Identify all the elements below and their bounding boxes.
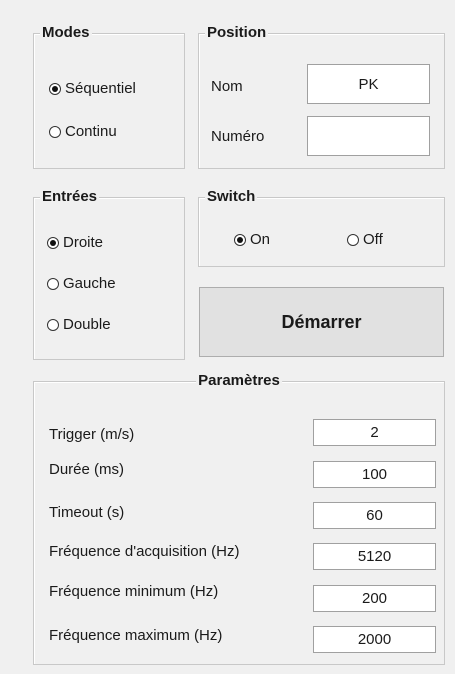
param-field-duree[interactable]: 100 — [313, 461, 436, 488]
parametres-panel: Paramètres Trigger (m/s) 2 Durée (ms) 10… — [33, 372, 445, 665]
param-label-freq-acquisition: Fréquence d'acquisition (Hz) — [49, 543, 240, 560]
position-title: Position — [205, 24, 269, 42]
numero-field[interactable] — [307, 116, 430, 156]
entrees-title: Entrées — [40, 188, 100, 206]
param-label-timeout: Timeout (s) — [49, 504, 125, 521]
radio-label: Double — [63, 316, 111, 333]
param-field-freq-maximum[interactable]: 2000 — [313, 626, 436, 653]
start-button[interactable]: Démarrer — [199, 287, 444, 357]
param-label-freq-maximum: Fréquence maximum (Hz) — [49, 627, 223, 644]
radio-dot-icon — [347, 233, 359, 246]
entrees-panel: Entrées Droite Gauche Double — [33, 188, 185, 360]
param-field-timeout[interactable]: 60 — [313, 502, 436, 529]
nom-field[interactable]: PK — [307, 64, 430, 104]
radio-off[interactable]: Off — [347, 231, 383, 248]
radio-dot-icon — [49, 125, 61, 138]
radio-label: Continu — [65, 123, 117, 140]
switch-title: Switch — [205, 188, 258, 206]
radio-gauche[interactable]: Gauche — [47, 275, 116, 292]
radio-dot-icon — [47, 277, 59, 290]
numero-label: Numéro — [211, 128, 265, 145]
radio-sequentiel[interactable]: Séquentiel — [49, 80, 136, 97]
nom-label: Nom — [211, 78, 243, 95]
modes-panel: Modes Séquentiel Continu — [33, 24, 185, 169]
modes-title: Modes — [40, 24, 92, 42]
radio-dot-icon — [49, 82, 61, 95]
radio-double[interactable]: Double — [47, 316, 111, 333]
radio-droite[interactable]: Droite — [47, 234, 103, 251]
radio-dot-icon — [47, 318, 59, 331]
radio-continu[interactable]: Continu — [49, 123, 117, 140]
radio-label: Off — [363, 231, 383, 248]
radio-label: Séquentiel — [65, 80, 136, 97]
radio-dot-icon — [47, 236, 59, 249]
param-label-duree: Durée (ms) — [49, 461, 125, 478]
switch-panel: Switch On Off — [198, 188, 445, 267]
position-panel: Position Nom PK Numéro — [198, 24, 445, 169]
param-label-trigger: Trigger (m/s) — [49, 426, 135, 443]
param-field-freq-acquisition[interactable]: 5120 — [313, 543, 436, 570]
radio-dot-icon — [234, 233, 246, 246]
radio-label: On — [250, 231, 271, 248]
radio-label: Gauche — [63, 275, 116, 292]
param-label-freq-minimum: Fréquence minimum (Hz) — [49, 583, 219, 600]
parametres-title: Paramètres — [196, 372, 282, 390]
param-field-freq-minimum[interactable]: 200 — [313, 585, 436, 612]
radio-on[interactable]: On — [234, 231, 270, 248]
param-field-trigger[interactable]: 2 — [313, 419, 436, 446]
radio-label: Droite — [63, 234, 104, 251]
